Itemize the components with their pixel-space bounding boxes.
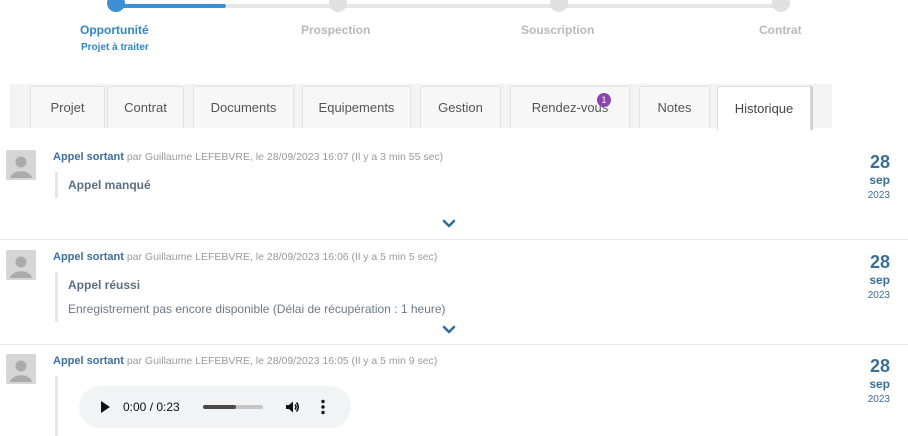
entry-quote-bar: [55, 172, 58, 198]
stepper-line-completed: [116, 4, 226, 8]
tab-label: Contrat: [124, 100, 167, 115]
step-label-contrat[interactable]: Contrat: [759, 23, 802, 37]
tab-rendez-vous[interactable]: Rendez-vous 1: [510, 86, 630, 128]
entry-date: 28 sep 2023: [868, 356, 890, 408]
date-year: 2023: [867, 394, 890, 405]
tab-documents[interactable]: Documents: [193, 86, 294, 128]
tab-historique[interactable]: Historique: [717, 86, 811, 130]
audio-time: 0:00 / 0:23: [123, 400, 180, 414]
date-day: 28: [869, 152, 890, 172]
tab-gestion[interactable]: Gestion: [420, 86, 501, 128]
tab-label: Notes: [657, 100, 692, 115]
entry-divider: [0, 239, 908, 240]
entry-type: Appel sortant: [53, 355, 124, 367]
progress-stepper: Opportunité Prospection Souscription Con…: [0, 0, 908, 70]
more-vertical-icon[interactable]: [321, 399, 325, 415]
tab-notes[interactable]: Notes: [639, 86, 710, 128]
step-label-souscription[interactable]: Souscription: [521, 23, 594, 37]
audio-seek-fill: [203, 405, 236, 409]
entry-author-time: par Guillaume LEFEBVRE, le 28/09/2023 16…: [126, 251, 438, 263]
tab-projet[interactable]: Projet: [30, 86, 105, 128]
tab-label: Documents: [210, 100, 277, 115]
entry-meta: Appel sortant par Guillaume LEFEBVRE, le…: [53, 355, 437, 367]
tab-label: Gestion: [438, 100, 483, 115]
entry-meta: Appel sortant par Guillaume LEFEBVRE, le…: [53, 151, 443, 163]
entry-text: Enregistrement pas encore disponible (Dé…: [68, 302, 446, 316]
entry-type: Appel sortant: [53, 251, 124, 263]
entry-date: 28 sep 2023: [868, 152, 890, 204]
date-year: 2023: [867, 290, 890, 301]
tab-label: Equipements: [318, 100, 395, 115]
volume-icon[interactable]: [284, 399, 300, 415]
entry-author-time: par Guillaume LEFEBVRE, le 28/09/2023 16…: [126, 151, 444, 163]
step-label-prospection[interactable]: Prospection: [301, 23, 370, 37]
step-label-opportunite[interactable]: Opportunité: [80, 23, 149, 37]
date-month: sep: [869, 173, 890, 187]
date-day: 28: [869, 356, 890, 376]
entry-type: Appel sortant: [53, 151, 124, 163]
audio-seek-slider[interactable]: [203, 405, 263, 409]
entry-title: Appel manqué: [68, 178, 151, 192]
tab-contrat[interactable]: Contrat: [107, 86, 184, 128]
notification-badge: 1: [597, 93, 611, 107]
play-icon[interactable]: [101, 401, 110, 413]
entry-author-time: par Guillaume LEFEBVRE, le 28/09/2023 16…: [126, 355, 438, 367]
tab-label: Projet: [50, 100, 85, 115]
entry-title: Appel réussi: [68, 278, 141, 292]
step-dot-souscription[interactable]: [550, 0, 568, 12]
tab-label: Historique: [734, 101, 794, 116]
user-avatar-icon: [6, 150, 36, 180]
audio-player: 0:00 / 0:23: [79, 386, 351, 428]
entry-quote-bar: [55, 272, 58, 322]
date-month: sep: [869, 273, 890, 287]
step-sublabel: Projet à traiter: [81, 42, 149, 53]
entry-meta: Appel sortant par Guillaume LEFEBVRE, le…: [53, 251, 437, 263]
entry-quote-bar: [55, 376, 58, 436]
user-avatar-icon: [6, 250, 36, 280]
stepper-line-remaining: [226, 4, 788, 8]
tab-equipements[interactable]: Equipements: [302, 86, 411, 128]
date-year: 2023: [867, 190, 890, 201]
entry-divider: [0, 344, 908, 345]
user-avatar-icon: [6, 354, 36, 384]
chevron-down-icon[interactable]: [441, 218, 457, 230]
step-dot-prospection[interactable]: [329, 0, 347, 12]
step-dot-opportunite[interactable]: [107, 0, 125, 12]
entry-date: 28 sep 2023: [868, 252, 890, 304]
date-month: sep: [869, 377, 890, 391]
step-dot-contrat[interactable]: [772, 0, 790, 12]
chevron-down-icon[interactable]: [441, 324, 457, 336]
date-day: 28: [869, 252, 890, 272]
